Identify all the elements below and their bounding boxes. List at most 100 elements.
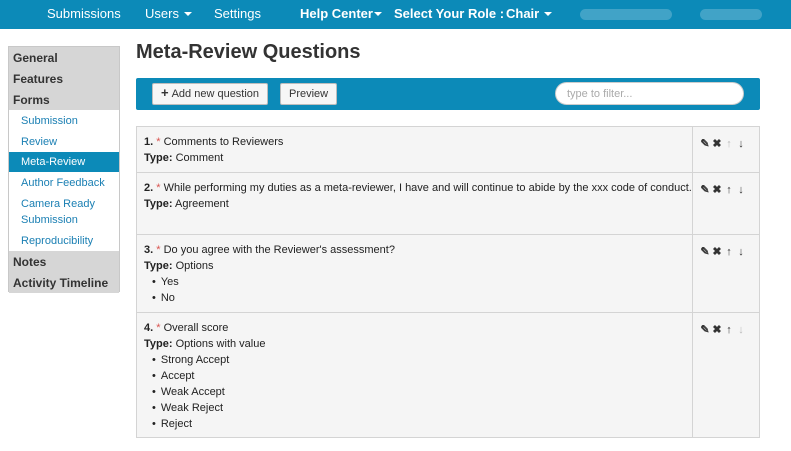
sidebar-item-general[interactable]: General	[9, 47, 119, 68]
arrow-down-icon[interactable]: ↓	[736, 246, 748, 258]
question-number: 4.	[144, 322, 154, 334]
redacted-account-menu[interactable]	[700, 9, 762, 20]
question-type: Type: Options	[144, 258, 693, 274]
filter-input[interactable]	[555, 82, 744, 105]
type-label: Type:	[144, 198, 173, 210]
question-text: Do you agree with the Reviewer's assessm…	[163, 244, 395, 256]
sidebar-item-camera-ready[interactable]: Camera Ready Submission	[9, 196, 109, 228]
question-row: 3. * Do you agree with the Reviewer's as…	[137, 235, 759, 313]
arrow-up-icon[interactable]: ↑	[724, 246, 736, 258]
question-actions: ✎✖ ↑ ↓	[692, 173, 759, 234]
sidebar-item-review[interactable]: Review	[9, 134, 119, 150]
settings-sidebar: General Features Forms Submission Review…	[8, 46, 120, 293]
type-value: Options	[175, 260, 214, 272]
question-title: 3. * Do you agree with the Reviewer's as…	[144, 242, 693, 258]
question-title: 2. * While performing my duties as a met…	[144, 180, 693, 196]
arrow-up-icon[interactable]: ↑	[724, 324, 736, 336]
question-row: 1. * Comments to Reviewers Type: Comment…	[137, 127, 759, 173]
role-select[interactable]: Chair	[506, 6, 553, 21]
page-title: Meta-Review Questions	[136, 41, 361, 63]
top-navbar: Submissions Users Settings Help Center S…	[0, 0, 791, 29]
question-title: 1. * Comments to Reviewers	[144, 134, 693, 150]
chevron-down-icon	[183, 11, 192, 16]
delete-icon[interactable]: ✖	[712, 323, 724, 336]
option-item: Yes	[144, 274, 693, 290]
question-number: 2.	[144, 182, 154, 194]
nav-users-label: Users	[145, 6, 179, 21]
question-content: 2. * While performing my duties as a met…	[137, 173, 693, 212]
option-item: Strong Accept	[144, 352, 693, 368]
delete-icon[interactable]: ✖	[712, 137, 724, 150]
sidebar-item-submission[interactable]: Submission	[9, 113, 119, 129]
required-marker: *	[156, 136, 161, 148]
nav-submissions[interactable]: Submissions	[47, 6, 121, 21]
question-actions: ✎✖ ↑ ↓	[692, 235, 759, 312]
sidebar-item-activity-timeline[interactable]: Activity Timeline	[9, 272, 119, 293]
question-action-icons: ✎✖ ↑ ↓	[700, 137, 748, 150]
add-question-label: Add new question	[171, 88, 260, 100]
nav-help-center[interactable]: Help Center	[300, 6, 382, 21]
type-value: Options with value	[175, 338, 266, 350]
sidebar-item-reproducibility[interactable]: Reproducibility	[9, 233, 119, 249]
question-actions: ✎✖ ↑ ↓	[692, 127, 759, 172]
sidebar-item-features[interactable]: Features	[9, 68, 119, 89]
questions-table: 1. * Comments to Reviewers Type: Comment…	[136, 126, 760, 438]
nav-help-center-label: Help Center	[300, 6, 373, 21]
option-item: No	[144, 290, 693, 306]
question-text: While performing my duties as a meta-rev…	[163, 182, 692, 194]
type-value: Agreement	[174, 198, 229, 210]
question-text: Comments to Reviewers	[163, 136, 284, 148]
arrow-up-icon[interactable]: ↑	[724, 184, 736, 196]
question-type: Type: Comment	[144, 150, 693, 166]
edit-icon[interactable]: ✎	[700, 183, 712, 196]
nav-settings[interactable]: Settings	[214, 6, 261, 21]
question-toolbar: + Add new question Preview	[136, 78, 760, 110]
question-row: 2. * While performing my duties as a met…	[137, 173, 759, 235]
question-action-icons: ✎✖ ↑ ↓	[700, 323, 748, 336]
sidebar-item-author-feedback[interactable]: Author Feedback	[9, 175, 119, 191]
question-number: 1.	[144, 136, 154, 148]
question-row: 4. * Overall score Type: Options with va…	[137, 313, 759, 437]
arrow-up-icon: ↑	[726, 138, 734, 150]
edit-icon[interactable]: ✎	[700, 323, 712, 336]
option-item: Weak Accept	[144, 384, 693, 400]
sidebar-item-forms[interactable]: Forms	[9, 89, 119, 110]
option-item: Reject	[144, 416, 693, 432]
chevron-down-icon	[544, 11, 553, 16]
option-item: Accept	[144, 368, 693, 384]
chevron-down-icon	[373, 11, 382, 16]
arrow-down-icon[interactable]: ↓	[736, 184, 748, 196]
required-marker: *	[156, 322, 161, 334]
sidebar-item-meta-review[interactable]: Meta-Review	[9, 152, 119, 172]
arrow-down-icon[interactable]: ↓	[736, 138, 748, 150]
question-actions: ✎✖ ↑ ↓	[692, 313, 759, 437]
required-marker: *	[156, 244, 161, 256]
type-label: Type:	[144, 338, 173, 350]
plus-icon: +	[161, 85, 169, 100]
edit-icon[interactable]: ✎	[700, 245, 712, 258]
question-text: Overall score	[163, 322, 229, 334]
edit-icon[interactable]: ✎	[700, 137, 712, 150]
question-number: 3.	[144, 244, 154, 256]
question-content: 3. * Do you agree with the Reviewer's as…	[137, 235, 693, 306]
sidebar-item-notes[interactable]: Notes	[9, 251, 119, 272]
option-item: Weak Reject	[144, 400, 693, 416]
question-content: 4. * Overall score Type: Options with va…	[137, 313, 693, 432]
delete-icon[interactable]: ✖	[712, 245, 724, 258]
required-marker: *	[156, 182, 161, 194]
arrow-down-icon: ↓	[738, 324, 746, 336]
role-select-value: Chair	[506, 6, 540, 21]
type-value: Comment	[175, 152, 224, 164]
add-question-button[interactable]: + Add new question	[152, 83, 269, 105]
nav-users[interactable]: Users	[145, 6, 192, 21]
preview-button[interactable]: Preview	[280, 83, 338, 105]
question-content: 1. * Comments to Reviewers Type: Comment	[137, 127, 693, 166]
question-title: 4. * Overall score	[144, 320, 693, 336]
redacted-user-info	[580, 9, 672, 20]
type-label: Type:	[144, 260, 173, 272]
question-type: Type: Options with value	[144, 336, 693, 352]
question-action-icons: ✎✖ ↑ ↓	[700, 183, 748, 196]
delete-icon[interactable]: ✖	[712, 183, 724, 196]
role-label: Select Your Role :	[394, 6, 505, 21]
question-action-icons: ✎✖ ↑ ↓	[700, 245, 748, 258]
